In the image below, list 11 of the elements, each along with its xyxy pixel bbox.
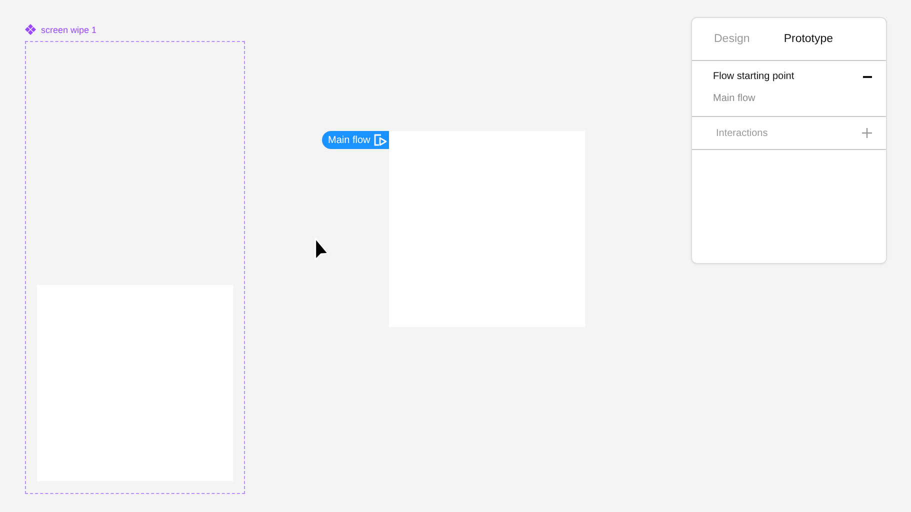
flow-badge[interactable]: Main flow	[322, 131, 389, 149]
minus-icon[interactable]	[863, 76, 872, 78]
section-title: Flow starting point	[713, 71, 794, 82]
section-title: Interactions	[716, 128, 768, 138]
plus-icon[interactable]	[862, 128, 872, 138]
flow-name[interactable]: Main flow	[713, 93, 872, 104]
panel-tab[interactable]: Prototype	[784, 33, 834, 45]
panel-tab[interactable]: Design	[714, 33, 750, 45]
frame-label[interactable]: screen wipe 1	[41, 24, 97, 34]
play-icon	[374, 134, 388, 146]
component-icon	[25, 24, 36, 35]
